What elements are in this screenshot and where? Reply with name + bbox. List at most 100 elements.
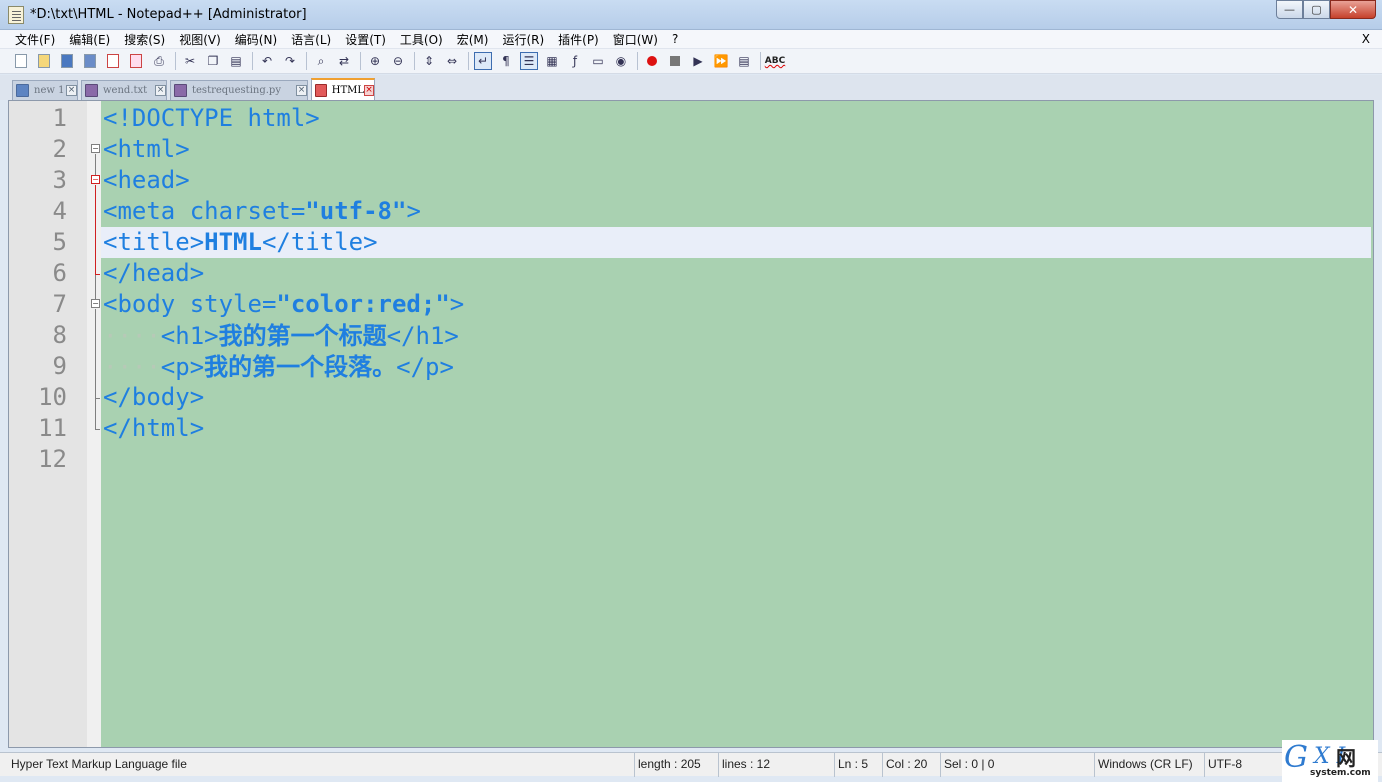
tab-close-icon[interactable]: × [364, 84, 374, 96]
fold-toggle-html[interactable]: − [91, 144, 100, 153]
close-window-button[interactable]: ✕ [1330, 0, 1376, 19]
code-line[interactable]: ····<p>我的第一个段落。</p> [103, 351, 454, 382]
fold-toggle-body[interactable]: − [91, 299, 100, 308]
code-tag-token: </body> [103, 383, 205, 411]
fold-toggle-head[interactable]: − [91, 175, 100, 184]
minimize-button[interactable]: — [1276, 0, 1303, 19]
code-tag-token: <meta charset= [103, 197, 306, 225]
save-all-icon[interactable] [81, 52, 99, 70]
stop-macro-icon[interactable] [666, 52, 684, 70]
menu-view[interactable]: 视图(V) [172, 31, 228, 48]
fold-margin [87, 101, 101, 747]
status-lines: lines : 12 [718, 753, 834, 777]
menu-tools[interactable]: 工具(O) [393, 31, 450, 48]
tab-label: HTML [331, 84, 365, 96]
code-value-token: "color:red;" [276, 290, 450, 318]
menu-plugins[interactable]: 插件(P) [551, 31, 606, 48]
menu-macro[interactable]: 宏(M) [450, 31, 496, 48]
folder-workspace-icon[interactable]: ▭ [589, 52, 607, 70]
redo-icon[interactable]: ↷ [281, 52, 299, 70]
code-tag-token: <body style= [103, 290, 277, 318]
zoom-out-icon[interactable]: ⊖ [389, 52, 407, 70]
zoom-in-icon[interactable]: ⊕ [366, 52, 384, 70]
menu-language[interactable]: 语言(L) [284, 31, 338, 48]
indent-guide-icon[interactable]: ☰ [520, 52, 538, 70]
tab-wend-txt[interactable]: wend.txt × [81, 80, 167, 100]
editor: 1 2 3 4 5 6 7 8 9 10 11 12 − − − <!DOCTY… [8, 100, 1374, 748]
sync-vertical-icon[interactable]: ⇕ [420, 52, 438, 70]
code-line[interactable]: </head> [103, 258, 204, 289]
play-macro-icon[interactable]: ▶ [689, 52, 707, 70]
menu-file[interactable]: 文件(F) [8, 31, 62, 48]
run-macro-multiple-icon[interactable]: ⏩ [712, 52, 730, 70]
status-encoding: UTF-8 [1204, 753, 1278, 777]
code-line[interactable]: <body style="color:red;"> [103, 289, 464, 320]
new-file-icon[interactable] [12, 52, 30, 70]
undo-icon[interactable]: ↶ [258, 52, 276, 70]
tab-new-1[interactable]: new 1 × [12, 80, 78, 100]
fold-line [95, 154, 96, 176]
tab-close-icon[interactable]: × [155, 85, 166, 96]
code-value-token: "utf-8" [305, 197, 407, 225]
code-line[interactable]: <head> [103, 165, 190, 196]
tab-testrequesting-py[interactable]: testrequesting.py × [170, 80, 308, 100]
line-number-gutter: 1 2 3 4 5 6 7 8 9 10 11 12 [9, 101, 87, 747]
status-selection: Sel : 0 | 0 [940, 753, 1094, 777]
menu-encoding[interactable]: 编码(N) [228, 31, 284, 48]
code-line[interactable]: </html> [103, 413, 204, 444]
monitoring-icon[interactable]: ◉ [612, 52, 630, 70]
find-icon[interactable]: ⌕ [312, 52, 330, 70]
fold-end-tick [95, 398, 100, 399]
code-line[interactable]: <html> [103, 134, 190, 165]
code-area[interactable]: <!DOCTYPE html> <html> <head> <meta charset… [101, 101, 1373, 747]
spell-check-icon[interactable]: ABC [765, 52, 785, 70]
menu-settings[interactable]: 设置(T) [338, 31, 393, 48]
code-line[interactable]: <!DOCTYPE html> [103, 103, 320, 134]
menu-search[interactable]: 搜索(S) [117, 31, 172, 48]
menu-edit[interactable]: 编辑(E) [62, 31, 117, 48]
fold-line [95, 185, 96, 274]
fold-end-tick [95, 429, 100, 430]
fold-line [95, 309, 96, 429]
tab-label: testrequesting.py [192, 85, 281, 96]
menu-run[interactable]: 运行(R) [495, 31, 551, 48]
replace-icon[interactable]: ⇄ [335, 52, 353, 70]
code-line[interactable]: <title>HTML</title> [101, 227, 1371, 258]
tab-close-icon[interactable]: × [66, 85, 77, 96]
show-all-chars-icon[interactable]: ¶ [497, 52, 515, 70]
toolbar-separator [306, 52, 307, 70]
print-icon[interactable]: ⎙ [150, 52, 168, 70]
save-icon[interactable] [58, 52, 76, 70]
tab-close-icon[interactable]: × [296, 85, 307, 96]
tab-html[interactable]: HTML × [311, 78, 375, 100]
cut-icon[interactable]: ✂ [181, 52, 199, 70]
close-file-icon[interactable] [104, 52, 122, 70]
close-document-button[interactable]: X [1362, 32, 1370, 46]
status-bar: Hyper Text Markup Language file length :… [0, 752, 1382, 777]
code-line[interactable]: ····<h1>我的第一个标题</h1> [103, 320, 459, 351]
word-wrap-icon[interactable]: ↵ [474, 52, 492, 70]
code-line[interactable]: </body> [103, 382, 204, 413]
line-number: 8 [52, 321, 67, 349]
open-file-icon[interactable] [35, 52, 53, 70]
watermark-url: system.com [1310, 768, 1371, 778]
toolbar: ⎙ ✂ ❐ ▤ ↶ ↷ ⌕ ⇄ ⊕ ⊖ ⇕ ⇔ ↵ ¶ ☰ ▦ ƒ ▭ ◉ ▶ … [0, 49, 1382, 74]
code-tag-token: > [449, 290, 465, 318]
record-macro-icon[interactable] [643, 52, 661, 70]
menu-window[interactable]: 窗口(W) [606, 31, 665, 48]
function-list-icon[interactable]: ƒ [566, 52, 584, 70]
saved-file-icon [16, 84, 29, 97]
save-macro-icon[interactable]: ▤ [735, 52, 753, 70]
paste-icon[interactable]: ▤ [227, 52, 245, 70]
sync-horizontal-icon[interactable]: ⇔ [443, 52, 461, 70]
copy-icon[interactable]: ❐ [204, 52, 222, 70]
line-number: 2 [52, 135, 67, 163]
code-line[interactable]: <meta charset="utf-8"> [103, 196, 421, 227]
menu-help[interactable]: ? [665, 32, 685, 46]
line-number: 6 [52, 259, 67, 287]
close-all-icon[interactable] [127, 52, 145, 70]
status-column: Col : 20 [882, 753, 938, 777]
doc-map-icon[interactable]: ▦ [543, 52, 561, 70]
maximize-button[interactable]: ▢ [1303, 0, 1330, 19]
line-number: 5 [52, 228, 67, 256]
